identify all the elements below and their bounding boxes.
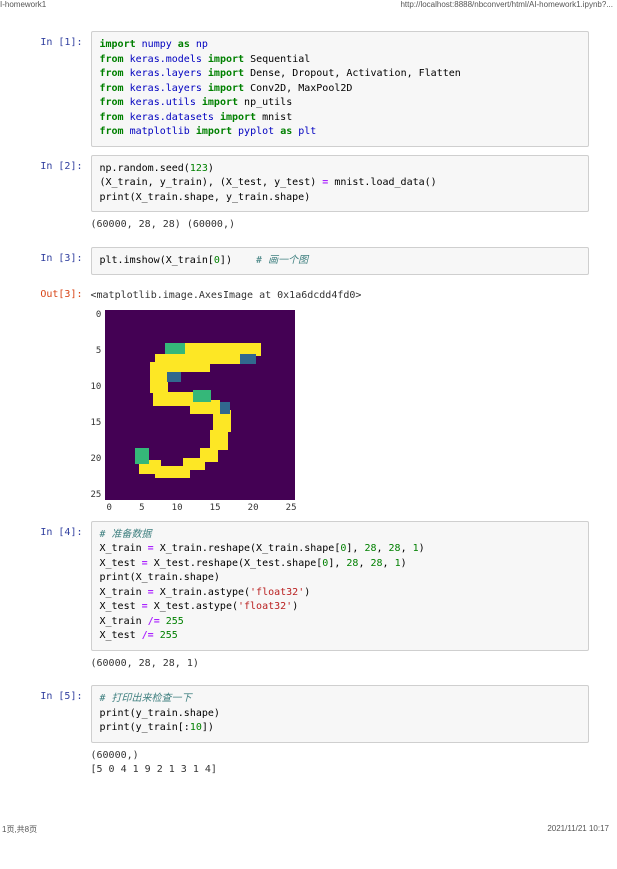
footer-left: 1页,共8页 xyxy=(2,824,37,835)
cell-5: In [5]: # 打印出来检查一下 print(y_train.shape) … xyxy=(29,685,589,784)
xtick: 15 xyxy=(210,503,221,513)
xtick: 20 xyxy=(248,503,259,513)
xtick: 5 xyxy=(139,503,144,513)
page-header: I-homework1 http://localhost:8888/nbconv… xyxy=(0,0,617,11)
xtick: 0 xyxy=(107,503,112,513)
output-3-text: <matplotlib.image.AxesImage at 0x1a6dcdd… xyxy=(91,283,589,310)
cell-2: In [2]: np.random.seed(123) (X_train, y_… xyxy=(29,155,589,239)
code-3[interactable]: plt.imshow(X_train[0]) # 画一个图 xyxy=(91,247,589,276)
xtick: 25 xyxy=(286,503,297,513)
ytick: 0 xyxy=(96,310,101,320)
page-footer: 1页,共8页 2021/11/21 10:17 xyxy=(0,824,617,837)
cell-4: In [4]: # 准备数据 X_train = X_train.reshape… xyxy=(29,521,589,678)
prompt-in-1: In [1]: xyxy=(29,31,91,147)
code-5[interactable]: # 打印出来检查一下 print(y_train.shape) print(y_… xyxy=(91,685,589,743)
code-2[interactable]: np.random.seed(123) (X_train, y_train), … xyxy=(91,155,589,213)
prompt-in-3: In [3]: xyxy=(29,247,91,276)
output-4: (60000, 28, 28, 1) xyxy=(91,651,589,678)
notebook: In [1]: import numpy as np from keras.mo… xyxy=(29,31,589,784)
code-1[interactable]: import numpy as np from keras.models imp… xyxy=(91,31,589,147)
header-left: I-homework1 xyxy=(0,0,46,9)
prompt-in-5: In [5]: xyxy=(29,685,91,784)
xtick: 10 xyxy=(172,503,183,513)
header-right: http://localhost:8888/nbconvert/html/AI-… xyxy=(400,0,613,9)
footer-right: 2021/11/21 10:17 xyxy=(547,824,609,835)
ytick: 10 xyxy=(91,382,102,392)
mnist-plot: 0 5 10 15 20 25 xyxy=(91,310,297,513)
ytick: 25 xyxy=(91,490,102,500)
prompt-in-4: In [4]: xyxy=(29,521,91,678)
output-5: (60000,) [5 0 4 1 9 2 1 3 1 4] xyxy=(91,743,589,784)
ytick: 15 xyxy=(91,418,102,428)
code-4[interactable]: # 准备数据 X_train = X_train.reshape(X_train… xyxy=(91,521,589,651)
cell-1: In [1]: import numpy as np from keras.mo… xyxy=(29,31,589,147)
prompt-in-2: In [2]: xyxy=(29,155,91,239)
plot-y-axis: 0 5 10 15 20 25 xyxy=(91,310,106,500)
cell-3-out: Out[3]: <matplotlib.image.AxesImage at 0… xyxy=(29,283,589,513)
cell-3: In [3]: plt.imshow(X_train[0]) # 画一个图 xyxy=(29,247,589,276)
ytick: 5 xyxy=(96,346,101,356)
plot-x-axis: 0 5 10 15 20 25 xyxy=(107,500,297,513)
output-2: (60000, 28, 28) (60000,) xyxy=(91,212,589,239)
prompt-out-3: Out[3]: xyxy=(29,283,91,513)
ytick: 20 xyxy=(91,454,102,464)
plot-image xyxy=(105,310,295,500)
